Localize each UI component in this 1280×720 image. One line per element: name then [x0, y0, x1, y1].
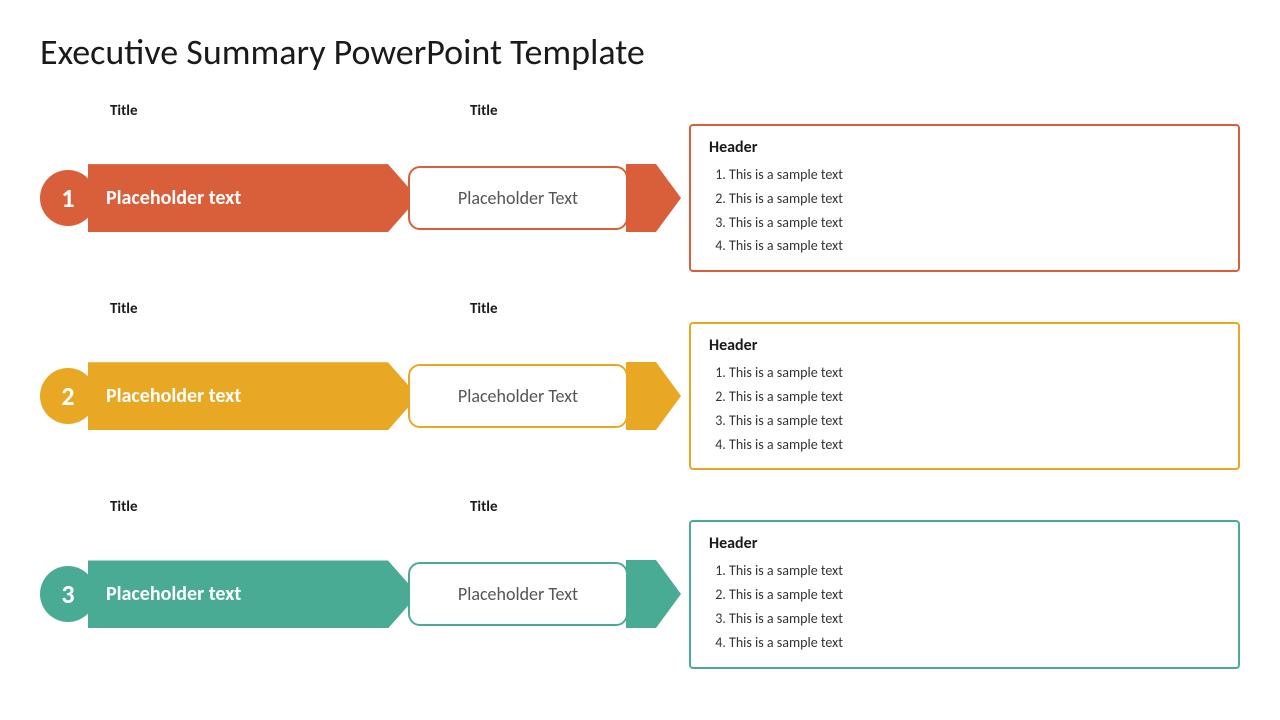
info-item-2-3: This is a sample text [729, 409, 1220, 433]
bar-arrow-3: Placeholder text [88, 560, 418, 628]
row-3: Title Title 3Placeholder textPlaceholder… [40, 498, 1240, 668]
info-item-2-1: This is a sample text [729, 361, 1220, 385]
info-item-2-2: This is a sample text [729, 385, 1220, 409]
mid-box-3: Placeholder Text [408, 562, 628, 626]
info-header-3: Header [709, 534, 1220, 553]
info-item-3-2: This is a sample text [729, 583, 1220, 607]
info-header-2: Header [709, 336, 1220, 355]
info-box-2: HeaderThis is a sample textThis is a sam… [689, 322, 1240, 470]
info-header-1: Header [709, 138, 1220, 157]
row-2: Title Title 2Placeholder textPlaceholder… [40, 300, 1240, 470]
label-left-1: Title [40, 102, 460, 120]
mid-box-wrapper-2: Placeholder Text [398, 362, 638, 430]
info-box-1: HeaderThis is a sample textThis is a sam… [689, 124, 1240, 272]
info-box-3: HeaderThis is a sample textThis is a sam… [689, 520, 1240, 668]
main-row-2: 2Placeholder textPlaceholder Text Header T… [40, 322, 1240, 470]
label-mid-1: Title [460, 102, 710, 120]
row-1: Title Title 1Placeholder textPlaceholder… [40, 102, 1240, 272]
label-mid-3: Title [460, 498, 710, 516]
bar-arrow-2: Placeholder text [88, 362, 418, 430]
info-item-3-4: This is a sample text [729, 631, 1220, 655]
info-item-1-4: This is a sample text [729, 234, 1220, 258]
info-item-1-1: This is a sample text [729, 163, 1220, 187]
circle-num-3: 3 [40, 566, 96, 622]
circle-num-2: 2 [40, 368, 96, 424]
info-item-1-3: This is a sample text [729, 211, 1220, 235]
mid-box-wrapper-3: Placeholder Text [398, 560, 638, 628]
mid-box-wrapper-1: Placeholder Text [398, 164, 638, 232]
info-item-2-4: This is a sample text [729, 433, 1220, 457]
info-item-3-1: This is a sample text [729, 559, 1220, 583]
main-row-3: 3Placeholder textPlaceholder Text Header T… [40, 520, 1240, 668]
info-item-1-2: This is a sample text [729, 187, 1220, 211]
bar-arrow-1: Placeholder text [88, 164, 418, 232]
label-left-2: Title [40, 300, 460, 318]
info-item-3-3: This is a sample text [729, 607, 1220, 631]
circle-num-1: 1 [40, 170, 96, 226]
label-mid-2: Title [460, 300, 710, 318]
main-row-1: 1Placeholder textPlaceholder Text Header T… [40, 124, 1240, 272]
mid-box-2: Placeholder Text [408, 364, 628, 428]
rows-container: Title Title 1Placeholder textPlaceholder… [40, 102, 1240, 669]
page-title: Executive Summary PowerPoint Template [40, 30, 1240, 74]
mid-box-1: Placeholder Text [408, 166, 628, 230]
label-left-3: Title [40, 498, 460, 516]
